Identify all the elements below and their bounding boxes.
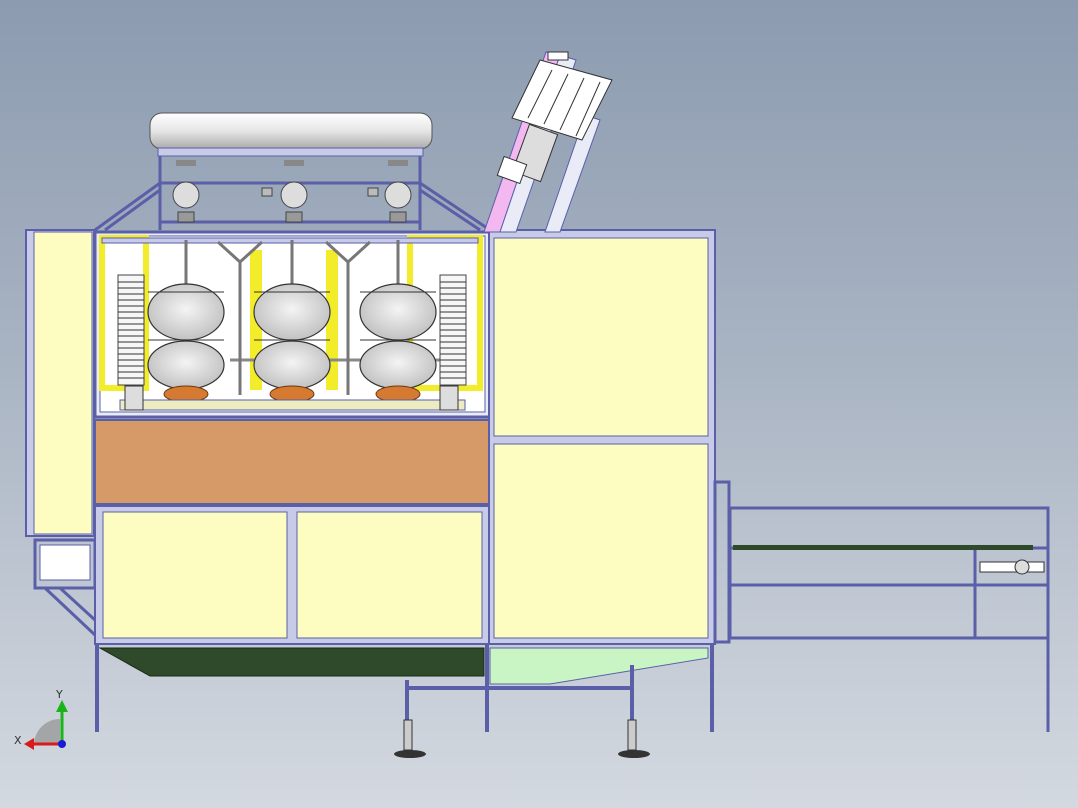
z-axis-dot <box>58 740 66 748</box>
axis-triad: Y X <box>14 688 68 750</box>
right-cabinet <box>488 229 716 645</box>
left-motor <box>124 385 144 411</box>
outfeed-drive <box>979 561 1045 573</box>
cylinder-3 <box>384 160 412 223</box>
foot-right <box>618 719 650 758</box>
lower-conveyor <box>98 647 485 677</box>
outfeed-conveyor <box>713 480 1050 732</box>
discharge-chute <box>489 647 709 685</box>
bottle-base-plate <box>119 399 466 411</box>
right-brush <box>439 274 467 386</box>
left-brush <box>117 274 145 386</box>
y-axis-label: Y <box>55 688 63 701</box>
drive-sprocket <box>1014 559 1030 575</box>
outfeed-belt <box>733 545 1033 550</box>
x-axis-label: X <box>14 734 22 747</box>
cylinder-1 <box>172 160 200 223</box>
cylinder-2 <box>280 160 308 223</box>
lower-cabinet <box>94 505 491 645</box>
loader-arm <box>483 51 613 233</box>
pneumatic-cylinders <box>172 160 412 223</box>
cad-viewport[interactable]: Y X <box>0 0 1078 808</box>
left-door-panel <box>25 229 95 537</box>
foot-left <box>394 719 426 758</box>
work-table <box>94 419 491 505</box>
right-motor <box>439 385 459 411</box>
machine-drawing: Y X <box>14 51 1050 758</box>
air-tank <box>149 112 433 157</box>
